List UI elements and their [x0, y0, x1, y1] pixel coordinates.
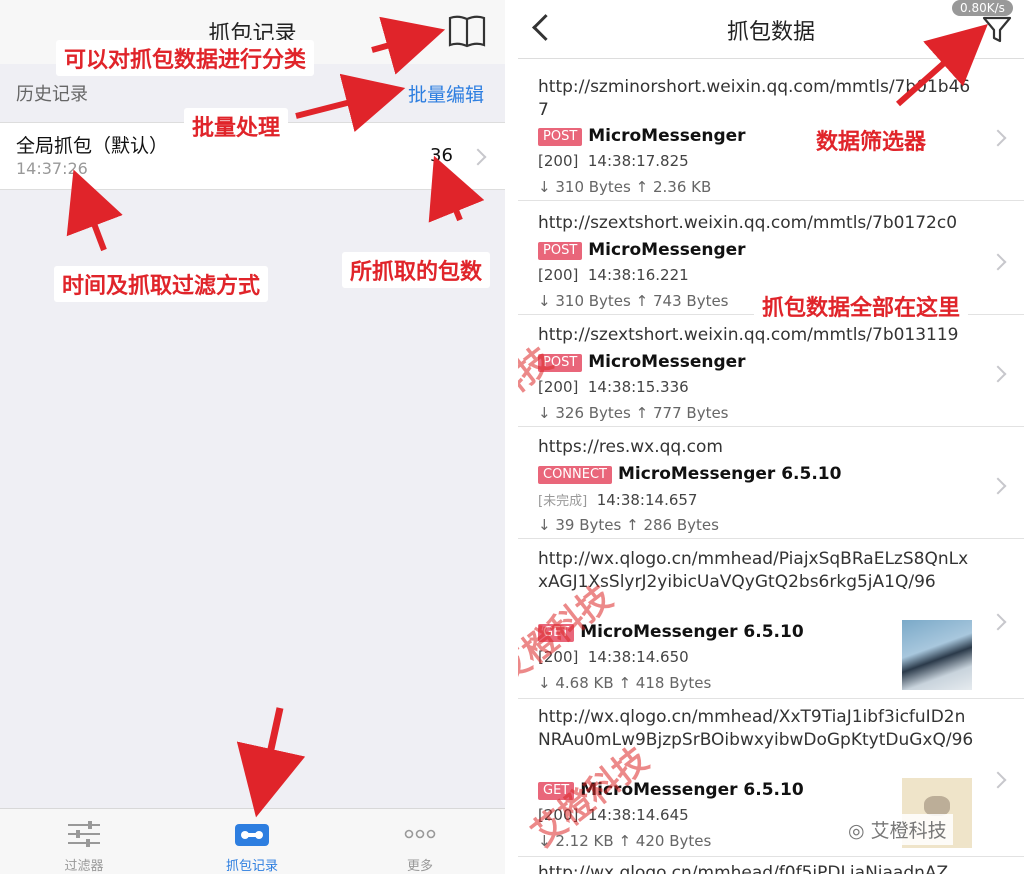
- packet-status: [200]: [538, 378, 579, 396]
- packet-app: MicroMessenger 6.5.10: [618, 464, 842, 484]
- avatar-thumbnail: [902, 620, 972, 690]
- tab-records-label: 抓包记录: [225, 859, 278, 874]
- upload-arrow-icon: ↑: [618, 832, 632, 850]
- nav-bar: 抓包数据 0.80K/s: [518, 0, 1024, 59]
- packet-row[interactable]: http://wx.qlogo.cn/mmhead/PiajxSqBRaELzS…: [518, 542, 1024, 699]
- capture-data-screen: 抓包数据 0.80K/s http://szminorshort.weixin.…: [518, 0, 1024, 874]
- batch-edit-button[interactable]: 批量编辑: [408, 80, 484, 107]
- method-badge: POST: [538, 354, 583, 372]
- packet-down-bytes: 310 Bytes: [555, 178, 631, 196]
- method-badge: GET: [538, 782, 575, 800]
- packet-status: [未完成]: [538, 494, 588, 509]
- upload-arrow-icon: ↑: [635, 178, 649, 196]
- wechat-account-name: 艾橙科技: [870, 820, 947, 842]
- download-arrow-icon: ↓: [538, 178, 551, 196]
- packet-url: https://res.wx.qq.com: [538, 437, 723, 457]
- history-section-label: 历史记录: [16, 84, 88, 105]
- annotation-batch: 批量处理: [184, 108, 289, 144]
- packet-url: http://wx.qlogo.cn/mmhead/PiajxSqBRaELzS…: [538, 549, 969, 592]
- tab-bar: 过滤器 抓包记录 更多: [0, 808, 505, 874]
- annotation-all-data: 抓包数据全部在这里: [754, 288, 969, 324]
- panel-divider: [505, 0, 518, 874]
- packet-up-bytes: 418 Bytes: [635, 674, 712, 692]
- packet-status: [200]: [538, 648, 579, 666]
- packet-up-bytes: 743 Bytes: [653, 292, 729, 310]
- tab-filter-label: 过滤器: [64, 859, 104, 874]
- tab-more-label: 更多: [406, 859, 433, 874]
- packet-up-bytes: 286 Bytes: [643, 516, 719, 534]
- packet-row[interactable]: https://res.wx.qq.com CONNECT MicroMessen…: [518, 430, 1024, 539]
- sliders-icon: [68, 821, 100, 847]
- packet-down-bytes: 2.12 KB: [555, 832, 614, 850]
- packet-status: [200]: [538, 266, 579, 284]
- packet-app: MicroMessenger: [588, 352, 746, 372]
- packet-down-bytes: 326 Bytes: [555, 404, 631, 422]
- packet-down-bytes: 39 Bytes: [555, 516, 622, 534]
- chevron-right-icon: [469, 148, 487, 166]
- packet-app: MicroMessenger 6.5.10: [580, 622, 804, 642]
- page-title: 抓包数据: [726, 20, 815, 45]
- packet-url: http://szextshort.weixin.qq.com/mmtls/7b…: [538, 325, 959, 345]
- upload-arrow-icon: ↑: [618, 674, 632, 692]
- packet-row[interactable]: http://szminorshort.weixin.qq.com/mmtls/…: [518, 70, 1024, 201]
- method-badge: POST: [538, 242, 583, 260]
- method-badge: GET: [538, 624, 575, 642]
- packet-row[interactable]: http://szextshort.weixin.qq.com/mmtls/7b…: [518, 318, 1024, 427]
- chevron-right-icon: [989, 129, 1007, 147]
- packet-app: MicroMessenger: [588, 126, 746, 146]
- packet-up-bytes: 420 Bytes: [635, 832, 712, 850]
- method-badge: CONNECT: [538, 466, 612, 484]
- wechat-icon: ◎: [848, 820, 865, 842]
- upload-arrow-icon: ↑: [626, 516, 639, 534]
- upload-arrow-icon: ↑: [635, 292, 649, 310]
- packet-up-bytes: 2.36 KB: [653, 178, 712, 196]
- chevron-right-icon: [989, 365, 1007, 383]
- tab-records[interactable]: 抓包记录: [168, 809, 336, 874]
- packet-time: 14:38:14.657: [596, 491, 698, 509]
- packet-down-bytes: 4.68 KB: [555, 674, 614, 692]
- chevron-right-icon: [989, 253, 1007, 271]
- packet-time: 14:38:14.650: [587, 648, 689, 666]
- packet-status: [200]: [538, 806, 579, 824]
- download-arrow-icon: ↓: [538, 292, 551, 310]
- upload-arrow-icon: ↑: [635, 404, 649, 422]
- book-icon[interactable]: [448, 14, 486, 48]
- packet-url-partial: http://wx.qlogo.cn/mmhead/f0f5iPDLiaNiaa…: [538, 863, 949, 874]
- packet-status: [200]: [538, 152, 579, 170]
- chevron-right-icon: [989, 477, 1007, 495]
- download-arrow-icon: ↓: [538, 674, 551, 692]
- more-icon: [404, 829, 436, 839]
- annotation-filter: 数据筛选器: [808, 122, 935, 158]
- packet-url: http://wx.qlogo.cn/mmhead/XxT9TiaJ1ibf3i…: [538, 707, 974, 750]
- packet-time: 14:38:17.825: [587, 152, 689, 170]
- cassette-icon: [235, 824, 269, 846]
- packet-up-bytes: 777 Bytes: [653, 404, 729, 422]
- session-time: 14:37:26: [16, 159, 88, 178]
- annotation-classify: 可以对抓包数据进行分类: [56, 40, 315, 76]
- download-arrow-icon: ↓: [538, 404, 551, 422]
- packet-down-bytes: 310 Bytes: [555, 292, 631, 310]
- packet-url: http://szextshort.weixin.qq.com/mmtls/7b…: [538, 213, 958, 233]
- tab-filter[interactable]: 过滤器: [0, 809, 168, 874]
- download-arrow-icon: ↓: [538, 832, 551, 850]
- method-badge: POST: [538, 128, 583, 146]
- packet-app: MicroMessenger: [588, 240, 746, 260]
- download-arrow-icon: ↓: [538, 516, 551, 534]
- packet-time: 14:38:14.645: [587, 806, 689, 824]
- packet-count: 36: [430, 145, 453, 166]
- packet-url: http://szminorshort.weixin.qq.com/mmtls/…: [538, 77, 971, 120]
- funnel-filter-icon[interactable]: [980, 14, 1014, 44]
- packet-time: 14:38:16.221: [587, 266, 689, 284]
- capture-records-screen: 抓包记录 历史记录 批量编辑 全局抓包（默认） 14:37:26 36 过滤器: [0, 0, 505, 874]
- session-title: 全局抓包（默认）: [16, 135, 169, 157]
- packet-time: 14:38:15.336: [587, 378, 689, 396]
- tab-more[interactable]: 更多: [336, 809, 504, 874]
- chevron-right-icon: [989, 771, 1007, 789]
- packet-app: MicroMessenger 6.5.10: [580, 780, 804, 800]
- annotation-time-filter: 时间及抓取过滤方式: [54, 266, 269, 302]
- annotation-count: 所抓取的包数: [342, 252, 491, 288]
- chevron-right-icon: [989, 613, 1007, 631]
- wechat-account-tag: ◎ 艾橙科技: [842, 814, 953, 845]
